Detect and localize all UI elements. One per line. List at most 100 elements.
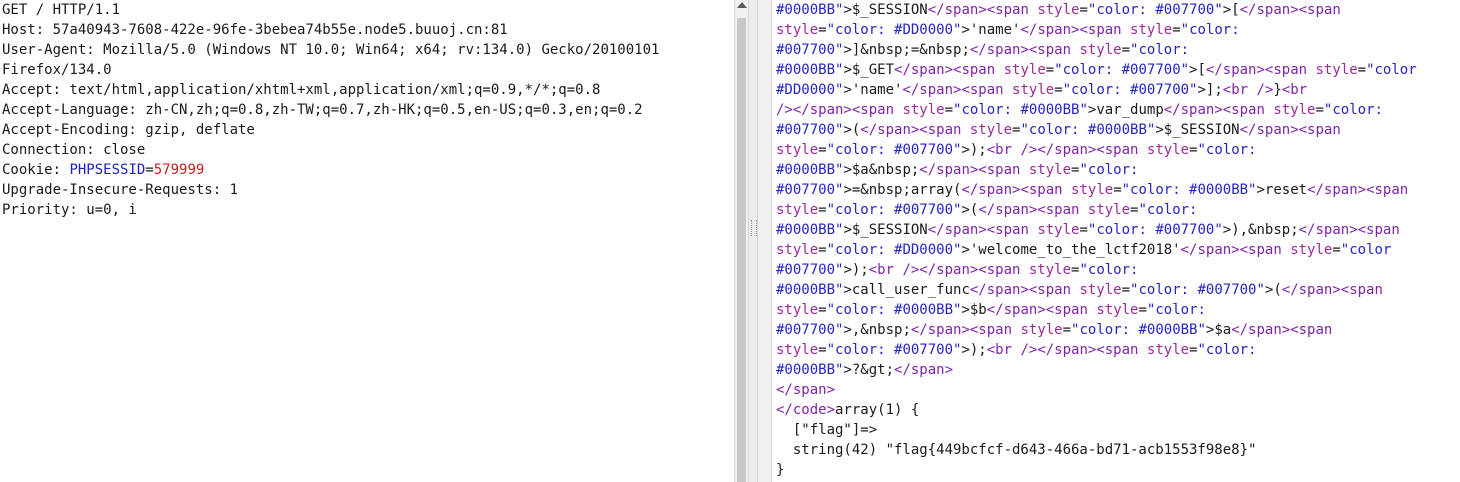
response-token: </span><span [902, 82, 1004, 98]
response-line: </span> [773, 380, 1460, 400]
response-line: ["flag"]=> [773, 420, 1460, 440]
response-token: style [1138, 142, 1190, 158]
response-token: >$_GET [843, 62, 895, 78]
response-token: = [1079, 2, 1088, 18]
response-token: >); [843, 262, 869, 278]
response-token: style [776, 202, 819, 218]
response-token: style [776, 242, 819, 258]
response-token: = [818, 302, 827, 318]
response-token: "color: [1197, 142, 1257, 158]
response-token: "color: [1079, 162, 1139, 178]
response-token: "color: #007700" [1062, 82, 1198, 98]
response-token: </span><span [969, 42, 1072, 58]
response-token: style [1028, 222, 1080, 238]
response-token: >$_SESSION [843, 222, 928, 238]
response-token: </span><span [919, 162, 1021, 178]
response-token: </code> [776, 402, 836, 418]
response-token: >( [843, 122, 861, 138]
response-scrollbar[interactable] [757, 0, 772, 482]
response-token: = [1315, 102, 1324, 118]
response-line: #007700">]&nbsp;=&nbsp;</span><span styl… [773, 40, 1460, 60]
cookie-value: 579999 [153, 162, 205, 178]
response-token: #007700" [776, 122, 844, 138]
response-token: string(42) "flag{449bcfcf-d643-466a-bd71… [776, 442, 1257, 458]
response-token: = [944, 102, 954, 118]
response-token: style [1087, 302, 1139, 318]
response-token: </span><span [1205, 62, 1308, 78]
response-token: <br /></span><span [986, 342, 1139, 358]
response-token: = [1357, 62, 1367, 78]
response-line: #007700">);<br /></span><span style="col… [773, 260, 1460, 280]
response-line: #DD0000">'name'</span><span style="color… [773, 80, 1460, 100]
response-token: >[ [1189, 62, 1206, 78]
pane-splitter[interactable] [749, 0, 757, 482]
response-line: style="color: #0000BB">$b</span><span st… [773, 300, 1460, 320]
response-line: style="color: #007700">(</span><span sty… [773, 200, 1460, 220]
response-token: </span><span [969, 282, 1072, 298]
response-token: >,&nbsp; [843, 322, 911, 338]
response-token: style [1071, 282, 1122, 298]
response-token: </span><span [910, 322, 1013, 338]
scroll-up-arrow-icon[interactable] [737, 2, 747, 8]
request-line: Accept: text/html,application/xhtml+xml,… [2, 82, 601, 98]
response-token: >]; [1197, 82, 1223, 98]
response-token: >$a&nbsp; [843, 162, 920, 178]
response-token: </span><span [1298, 222, 1400, 238]
response-token: "color: #DD0000" [826, 242, 962, 258]
response-token: >=&nbsp;array( [843, 182, 962, 198]
response-line: #0000BB">$_SESSION</span><span style="co… [773, 220, 1460, 240]
response-token: </span><span [1020, 22, 1122, 38]
request-line: Connection: close [2, 142, 146, 158]
response-line: style="color: #007700">);<br /></span><s… [773, 140, 1460, 160]
response-token: "color: #DD0000" [826, 22, 962, 38]
response-token: #007700" [776, 322, 844, 338]
response-token: /></span><span [776, 102, 895, 118]
response-token: style [1003, 82, 1055, 98]
response-token: </span><span [1239, 122, 1341, 138]
response-token: #DD0000" [776, 82, 844, 98]
response-token: "color: #0000BB" [1121, 182, 1257, 198]
response-token: style [776, 22, 819, 38]
response-token: "color: #0000BB" [826, 302, 962, 318]
response-token: style [1012, 322, 1063, 338]
scroll-thumb[interactable] [737, 18, 746, 482]
response-token: = [818, 22, 827, 38]
response-token: style [1062, 182, 1114, 198]
response-token: </span><span [1163, 102, 1265, 118]
response-token: style [894, 102, 945, 118]
response-token: >'name' [961, 22, 1021, 38]
response-line: #007700">(</span><span style="color: #00… [773, 120, 1460, 140]
response-token: </span> [894, 362, 954, 378]
response-token: = [1332, 242, 1341, 258]
request-line: User-Agent: Mozilla/5.0 (Windows NT 10.0… [2, 42, 660, 58]
response-token: style [1138, 342, 1190, 358]
response-token: = [818, 202, 827, 218]
response-token: "color: #007700" [1087, 2, 1223, 18]
response-token: style [1307, 62, 1358, 78]
response-token: #0000BB" [776, 62, 844, 78]
request-scrollbar[interactable] [734, 0, 749, 482]
response-token: = [818, 342, 827, 358]
response-token: "color: [1323, 102, 1383, 118]
response-token: style [1028, 2, 1080, 18]
response-line: #0000BB">?&gt;</span> [773, 360, 1460, 380]
response-token: #007700" [776, 42, 844, 58]
response-token: #0000BB" [776, 282, 844, 298]
response-line: </code>array(1) { [773, 400, 1460, 420]
response-token: <br [1281, 82, 1308, 98]
response-line: } [773, 460, 1460, 480]
cookie-label: Cookie: [2, 162, 70, 178]
request-line-cookie: Cookie: PHPSESSID=579999 [0, 160, 733, 180]
response-viewer[interactable]: #0000BB">$_SESSION</span><span style="co… [773, 0, 1460, 482]
response-line: #0000BB">call_user_func</span><span styl… [773, 280, 1460, 300]
response-token: = [1138, 302, 1147, 318]
response-token: </span><span [978, 202, 1080, 218]
response-token: </span><span [1307, 182, 1409, 198]
response-token: = [1045, 62, 1055, 78]
request-line: Firefox/134.0 [2, 62, 112, 78]
response-token: "color: [1146, 302, 1206, 318]
response-token: "color: #0000BB" [1071, 322, 1206, 338]
request-line: Priority: u=0, i [2, 202, 137, 218]
request-editor[interactable]: GET / HTTP/1.1 Host: 57a40943-7608-422e-9… [0, 0, 733, 482]
response-token: = [1054, 82, 1063, 98]
